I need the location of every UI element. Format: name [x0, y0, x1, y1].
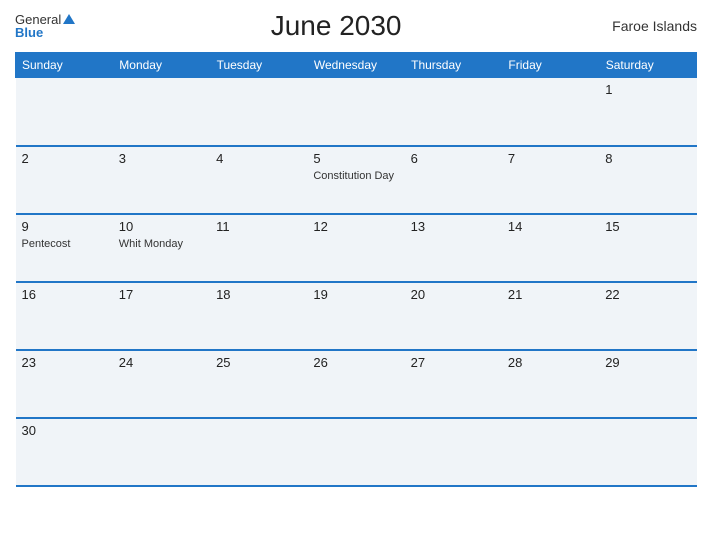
calendar-cell [307, 78, 404, 146]
calendar-cell: 17 [113, 282, 210, 350]
calendar-week-row: 16 17 18 19 20 21 22 [16, 282, 697, 350]
calendar-cell [502, 78, 599, 146]
calendar-cell [502, 418, 599, 486]
weekday-header-thursday: Thursday [405, 53, 502, 78]
calendar-cell [113, 418, 210, 486]
calendar-cell [210, 78, 307, 146]
calendar-cell: 26 [307, 350, 404, 418]
day-number: 30 [22, 423, 107, 438]
calendar-cell: 27 [405, 350, 502, 418]
calendar-cell: 11 [210, 214, 307, 282]
calendar-cell: 24 [113, 350, 210, 418]
calendar-grid: SundayMondayTuesdayWednesdayThursdayFrid… [15, 52, 697, 487]
calendar-cell [599, 418, 696, 486]
day-number: 27 [411, 355, 496, 370]
calendar-cell: 7 [502, 146, 599, 214]
calendar-cell: 20 [405, 282, 502, 350]
day-number: 3 [119, 151, 204, 166]
calendar-cell: 25 [210, 350, 307, 418]
calendar-week-row: 30 [16, 418, 697, 486]
calendar-cell: 23 [16, 350, 113, 418]
calendar-cell: 8 [599, 146, 696, 214]
event-label: Whit Monday [119, 238, 183, 250]
day-number: 28 [508, 355, 593, 370]
day-number: 11 [216, 219, 301, 234]
day-number: 18 [216, 287, 301, 302]
calendar-cell: 2 [16, 146, 113, 214]
calendar-cell [113, 78, 210, 146]
event-label: Pentecost [22, 238, 71, 250]
weekday-header-wednesday: Wednesday [307, 53, 404, 78]
calendar-cell: 3 [113, 146, 210, 214]
calendar-cell: 14 [502, 214, 599, 282]
day-number: 15 [605, 219, 690, 234]
weekday-header-monday: Monday [113, 53, 210, 78]
calendar-cell [16, 78, 113, 146]
calendar-cell: 12 [307, 214, 404, 282]
day-number: 22 [605, 287, 690, 302]
day-number: 12 [313, 219, 398, 234]
calendar-cell [405, 78, 502, 146]
calendar-cell: 30 [16, 418, 113, 486]
weekday-header-tuesday: Tuesday [210, 53, 307, 78]
calendar-cell: 1 [599, 78, 696, 146]
day-number: 1 [605, 82, 690, 97]
calendar-cell: 22 [599, 282, 696, 350]
day-number: 16 [22, 287, 107, 302]
calendar-cell: 9 Pentecost [16, 214, 113, 282]
calendar-cell: 13 [405, 214, 502, 282]
calendar-cell [210, 418, 307, 486]
event-label: Constitution Day [313, 170, 394, 182]
calendar-cell: 10 Whit Monday [113, 214, 210, 282]
day-number: 20 [411, 287, 496, 302]
calendar-cell: 5 Constitution Day [307, 146, 404, 214]
calendar-cell: 16 [16, 282, 113, 350]
day-number: 5 [313, 151, 398, 166]
day-number: 14 [508, 219, 593, 234]
logo: General Blue [15, 13, 75, 39]
calendar-cell: 4 [210, 146, 307, 214]
calendar-cell: 19 [307, 282, 404, 350]
day-number: 8 [605, 151, 690, 166]
calendar-container: General Blue June 2030 Faroe Islands Sun… [0, 0, 712, 550]
day-number: 4 [216, 151, 301, 166]
day-number: 7 [508, 151, 593, 166]
calendar-week-row: 2345 Constitution Day 678 [16, 146, 697, 214]
day-number: 25 [216, 355, 301, 370]
weekday-header-row: SundayMondayTuesdayWednesdayThursdayFrid… [16, 53, 697, 78]
day-number: 19 [313, 287, 398, 302]
day-number: 2 [22, 151, 107, 166]
day-number: 23 [22, 355, 107, 370]
calendar-cell [307, 418, 404, 486]
day-number: 10 [119, 219, 204, 234]
calendar-cell: 15 [599, 214, 696, 282]
calendar-header: General Blue June 2030 Faroe Islands [15, 10, 697, 42]
day-number: 6 [411, 151, 496, 166]
calendar-cell: 28 [502, 350, 599, 418]
calendar-cell: 29 [599, 350, 696, 418]
calendar-cell: 18 [210, 282, 307, 350]
region-label: Faroe Islands [597, 18, 697, 34]
calendar-cell: 21 [502, 282, 599, 350]
day-number: 26 [313, 355, 398, 370]
day-number: 13 [411, 219, 496, 234]
calendar-week-row: 23 24 25 26 27 28 29 [16, 350, 697, 418]
weekday-header-sunday: Sunday [16, 53, 113, 78]
calendar-title: June 2030 [75, 10, 597, 42]
weekday-header-saturday: Saturday [599, 53, 696, 78]
day-number: 9 [22, 219, 107, 234]
day-number: 24 [119, 355, 204, 370]
day-number: 29 [605, 355, 690, 370]
weekday-header-friday: Friday [502, 53, 599, 78]
day-number: 21 [508, 287, 593, 302]
day-number: 17 [119, 287, 204, 302]
calendar-week-row: 9 Pentecost 10 Whit Monday 11 12 13 14 15 [16, 214, 697, 282]
logo-blue-text: Blue [15, 26, 75, 39]
logo-triangle-icon [63, 14, 75, 24]
calendar-cell: 6 [405, 146, 502, 214]
calendar-week-row: 1 [16, 78, 697, 146]
calendar-cell [405, 418, 502, 486]
